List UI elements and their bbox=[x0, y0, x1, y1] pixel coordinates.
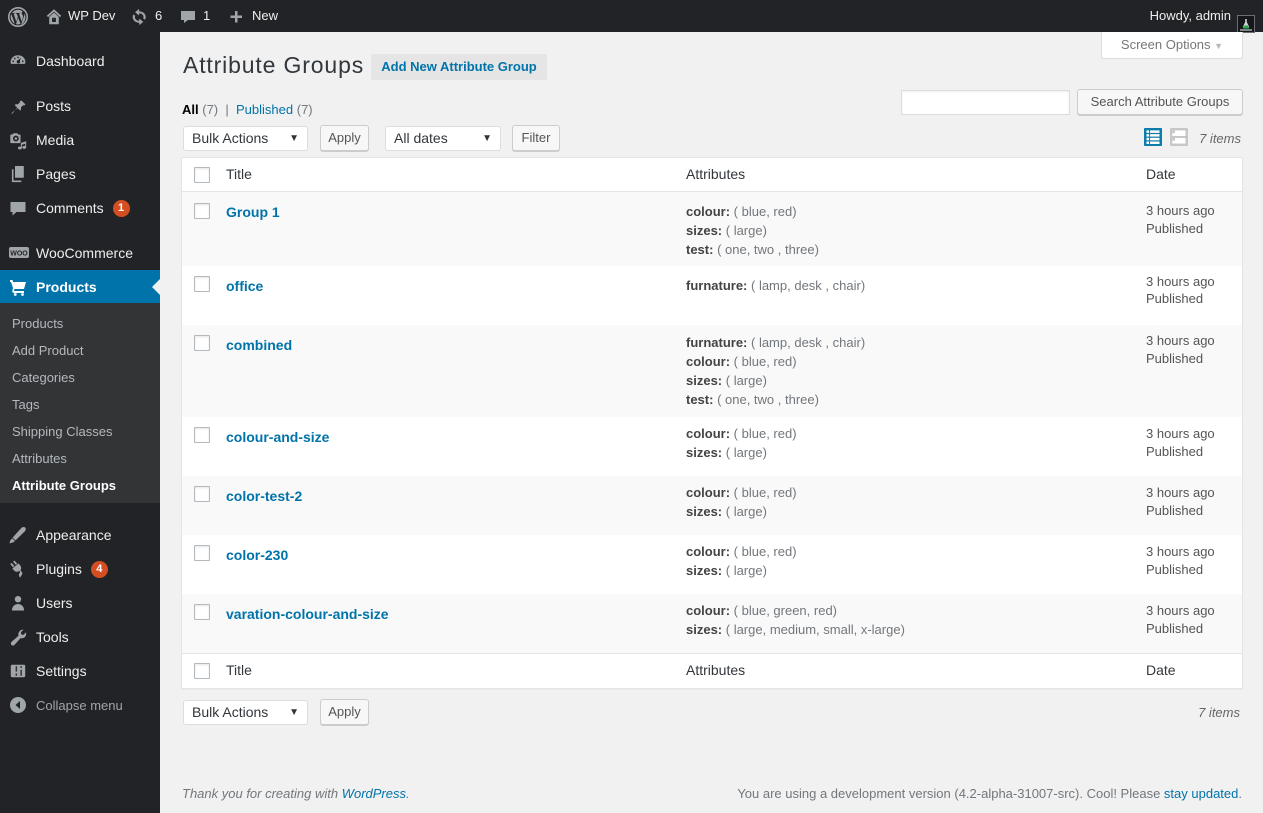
svg-text:WOO: WOO bbox=[10, 251, 28, 258]
